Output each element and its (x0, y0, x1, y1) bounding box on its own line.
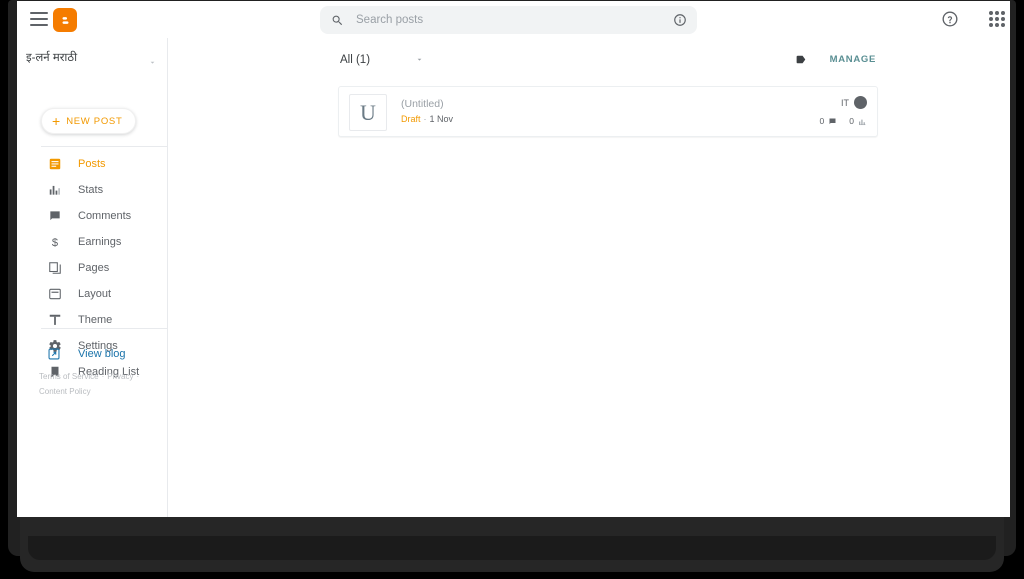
post-stats: 0 0 (807, 116, 867, 126)
post-meta-separator: · (423, 114, 427, 124)
sidebar-footer-links: Terms of Service · Privacy · Content Policy (39, 369, 167, 399)
post-text-group: (Untitled) Draft · 1 Nov (401, 97, 453, 127)
sidebar-item-label: Layout (78, 288, 112, 300)
earnings-icon: $ (47, 235, 62, 250)
plus-icon: + (52, 113, 61, 129)
help-icon[interactable] (941, 10, 959, 28)
blog-title: इ-लर्न मराठी (26, 51, 78, 64)
open-in-new-icon (47, 347, 62, 362)
search-icon (331, 14, 344, 27)
label-tag-icon[interactable] (795, 53, 808, 66)
device-base-shadow (28, 536, 996, 560)
privacy-link[interactable]: Privacy (107, 372, 133, 381)
post-list-item[interactable]: U (Untitled) Draft · 1 Nov IT 0 0 (338, 86, 878, 137)
sidebar-item-label: Posts (78, 158, 106, 170)
main-content: All (1) MANAGE U (Untitled) Draft · 1 No… (168, 38, 1010, 517)
sidebar-item-pages[interactable]: Pages (17, 255, 167, 281)
sidebar-item-label: Pages (78, 262, 110, 274)
sidebar-item-posts[interactable]: Posts (17, 151, 167, 177)
stats-icon (47, 183, 62, 198)
pages-icon (47, 261, 62, 276)
footer-separator: · (101, 372, 105, 381)
post-title: (Untitled) (401, 98, 444, 110)
device-frame: इ-लर्न मराठी + NEW POST (0, 0, 1024, 579)
post-filter-dropdown[interactable]: All (1) (340, 51, 424, 69)
sidebar-item-label: Comments (78, 210, 132, 222)
post-list-toolbar: All (1) MANAGE (340, 51, 876, 77)
new-post-label: NEW POST (66, 115, 123, 127)
sidebar-divider-bottom (41, 328, 167, 329)
new-post-button[interactable]: + NEW POST (41, 108, 137, 134)
screen: इ-लर्न मराठी + NEW POST (17, 1, 1010, 517)
author-initials: IT (841, 97, 849, 108)
sidebar-item-layout[interactable]: Layout (17, 281, 167, 307)
apps-grid-icon[interactable] (988, 10, 1006, 28)
sidebar-divider-top (41, 146, 167, 147)
chevron-down-icon (148, 54, 157, 72)
post-side-info: IT 0 0 (807, 95, 867, 126)
post-views-count: 0 (849, 116, 854, 126)
svg-text:$: $ (51, 237, 57, 249)
post-author: IT (807, 95, 867, 110)
post-thumbnail: U (349, 94, 387, 131)
info-icon[interactable] (673, 13, 687, 27)
sidebar-item-stats[interactable]: Stats (17, 177, 167, 203)
sidebar-item-label: Earnings (78, 236, 122, 248)
comments-icon (47, 209, 62, 224)
post-comments-stat: 0 (820, 116, 838, 126)
blogger-logo-icon[interactable] (53, 8, 77, 32)
sidebar-item-earnings[interactable]: $ Earnings (17, 229, 167, 255)
chevron-down-icon (415, 51, 424, 69)
post-comments-count: 0 (819, 116, 825, 126)
sidebar-item-comments[interactable]: Comments (17, 203, 167, 229)
sidebar-item-view-blog[interactable]: View blog (17, 341, 126, 367)
post-filter-label: All (1) (340, 54, 371, 66)
sidebar-item-label: Stats (78, 184, 104, 196)
sidebar-item-theme[interactable]: Theme (17, 307, 167, 333)
search-input[interactable] (356, 14, 673, 26)
view-blog-label: View blog (78, 348, 126, 360)
post-status-badge: Draft (401, 114, 421, 124)
chart-icon (858, 117, 867, 126)
content-policy-link[interactable]: Content Policy (39, 387, 91, 396)
hamburger-icon[interactable] (30, 12, 48, 26)
comment-icon (828, 117, 837, 126)
layout-icon (47, 287, 62, 302)
post-views-stat: 0 (849, 116, 867, 126)
post-meta: Draft · 1 Nov (401, 111, 453, 127)
post-date: 1 Nov (429, 114, 454, 124)
theme-icon (47, 313, 62, 328)
sidebar: इ-लर्न मराठी + NEW POST Posts Stats Comm… (17, 38, 167, 517)
footer-separator: · (136, 372, 140, 381)
top-bar (17, 1, 1010, 38)
search-bar[interactable] (320, 6, 697, 34)
manage-button[interactable]: MANAGE (830, 54, 876, 65)
sidebar-item-label: Theme (78, 314, 113, 326)
blog-selector[interactable]: इ-लर्न मराठी (17, 43, 167, 71)
manage-group: MANAGE (795, 53, 876, 66)
posts-icon (47, 157, 62, 172)
terms-of-service-link[interactable]: Terms of Service (39, 372, 99, 381)
avatar-icon[interactable] (854, 96, 867, 109)
